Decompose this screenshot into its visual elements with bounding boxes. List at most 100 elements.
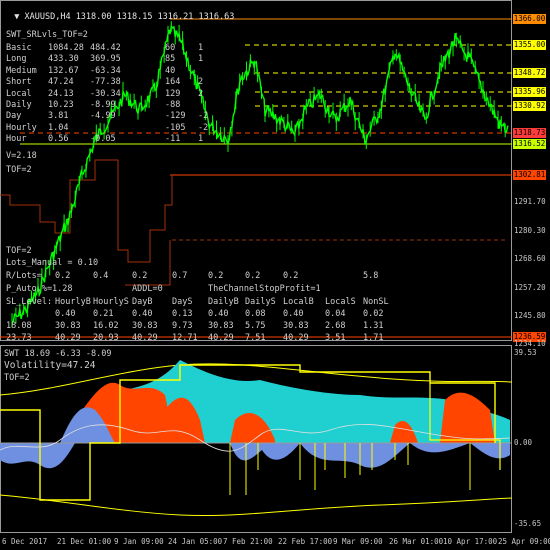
table-cell: 0.56: [48, 134, 69, 145]
sl-cell: 30.83: [208, 321, 234, 331]
table-cell: Local: [6, 88, 32, 99]
sl-cell: 7.51: [245, 333, 266, 343]
v-value: V=2.18: [6, 151, 37, 161]
sl-cell: 20.93: [93, 333, 119, 343]
sl-cell: 0.40: [132, 309, 153, 319]
addl: ADDL=0: [132, 284, 163, 294]
rlots-label: R/Lots=: [6, 271, 42, 281]
table-cell: -77.38: [90, 77, 121, 88]
price-axis-tick: 1280.30: [514, 226, 546, 235]
sl-cell: DailyS: [245, 297, 276, 307]
osc-blue-area-5: [410, 443, 510, 459]
sl-cell: 40.29: [283, 333, 309, 343]
table-cell: -105: [165, 122, 186, 133]
table-cell: 1.04: [48, 122, 69, 133]
table-cell: -4.99: [90, 111, 116, 122]
table-cell: Basic: [6, 43, 32, 53]
chart-canvas[interactable]: [0, 0, 550, 550]
sl-cell: SL_Level:: [6, 297, 53, 307]
sl-cell: 0.21: [93, 309, 114, 319]
rlots-value: 0.2: [245, 271, 261, 281]
table-cell: 1: [198, 54, 204, 65]
time-axis-tick: 10 Apr 17:00: [443, 537, 498, 546]
sl-cell: 16.02: [93, 321, 119, 331]
sl-cell: 12.71: [172, 333, 198, 343]
table-cell: 10.23: [48, 100, 74, 110]
rlots-value: 0.2: [208, 271, 224, 281]
table-cell: -30.34: [90, 88, 121, 99]
sl-cell: 1.31: [363, 321, 384, 331]
table-cell: -2: [198, 122, 209, 133]
table-cell: -0.05: [90, 134, 116, 145]
table-cell: Hourly: [6, 122, 37, 133]
table-cell: -2: [198, 111, 209, 122]
table-cell: Daily: [6, 100, 32, 110]
tof-label-1: TOF=2: [6, 165, 32, 175]
sl-cell: 23.73: [6, 333, 32, 343]
osc-axis-bottom: -35.65: [514, 519, 542, 528]
sl-cell: 30.83: [283, 321, 309, 331]
table-cell: -8.99: [90, 100, 116, 110]
sl-cell: 2.68: [325, 321, 346, 331]
rlots-value: 0.2: [283, 271, 299, 281]
sl-cell: LocalS: [325, 297, 356, 307]
p-auto: P_Auto,%=1.28: [6, 284, 73, 294]
sl-cell: 1.71: [363, 333, 384, 343]
table-cell: 3.81: [48, 111, 69, 122]
price-axis-tick: 1268.60: [514, 254, 546, 263]
sl-cell: 0.40: [55, 309, 76, 319]
price-level-label: 1335.96: [513, 87, 546, 97]
time-axis-tick: 9 Jan 09:00: [114, 537, 164, 546]
rlots-value: 0.7: [172, 271, 188, 281]
table-cell: 85: [165, 54, 176, 65]
time-axis-tick: 6 Dec 2017: [2, 537, 48, 546]
sl-cell: 40.29: [132, 333, 158, 343]
lots-manual: Lots_Manual = 0.10: [6, 258, 99, 268]
table-cell: Long: [6, 54, 27, 65]
price-level-label: 1355.00: [513, 40, 546, 50]
table-cell: -129: [165, 111, 186, 122]
tof-label-2: TOF=2: [6, 246, 32, 256]
chart-collapse-icon[interactable]: ▼: [14, 12, 24, 22]
time-axis-tick: 24 Jan 05:00: [168, 537, 223, 546]
sl-cell: 18.08: [6, 321, 32, 331]
table-cell: -11: [165, 134, 181, 145]
table-cell: 484.42: [90, 43, 121, 53]
price-level-label: 1318.73: [513, 128, 546, 138]
table-cell: Hour: [6, 134, 27, 145]
sl-cell: 0.02: [363, 309, 384, 319]
sl-cell: DayS: [172, 297, 193, 307]
table-cell: 433.30: [48, 54, 79, 65]
table-cell: 2: [198, 88, 204, 99]
table-cell: 60: [165, 43, 176, 53]
table-cell: 40: [165, 65, 176, 76]
time-axis-tick: 21 Dec 01:00: [57, 537, 112, 546]
time-axis-tick: 26 Mar 01:00: [389, 537, 444, 546]
ohlc-values: 1318.00 1318.15 1316.21 1316.63: [75, 12, 235, 22]
osc-blue-area-4: [300, 443, 410, 468]
sl-cell: 0.40: [283, 309, 304, 319]
sl-cell: HourlyS: [93, 297, 129, 307]
time-axis-tick: 25 Apr 09:00: [498, 537, 550, 546]
sl-cell: NonSL: [363, 297, 389, 307]
sl-cell: 40.29: [208, 333, 234, 343]
sl-cell: 0.13: [172, 309, 193, 319]
rlots-value: 5.8: [363, 271, 379, 281]
sl-cell: 0.04: [325, 309, 346, 319]
rlots-value: 0.2: [55, 271, 71, 281]
osc-blue-area-3: [230, 443, 300, 461]
indicator-name: SWT_SRLvls_TOF=2: [6, 30, 88, 40]
sl-cell: 40.29: [55, 333, 81, 343]
table-cell: -88: [165, 100, 181, 110]
osc-axis-top: 39.53: [514, 348, 537, 357]
oscillator-values: SWT 18.69 -6.33 -8.09: [4, 349, 112, 359]
rlots-value: 0.2: [132, 271, 148, 281]
price-level-label: 1302.81: [513, 170, 546, 180]
sl-cell: 0.40: [208, 309, 229, 319]
table-cell: 129: [165, 88, 181, 99]
sl-cell: 0.08: [245, 309, 266, 319]
sl-cell: 3.51: [325, 333, 346, 343]
osc-lower-envelope: [0, 494, 513, 517]
table-cell: 1084.28: [48, 43, 84, 53]
table-cell: Day: [6, 111, 22, 122]
